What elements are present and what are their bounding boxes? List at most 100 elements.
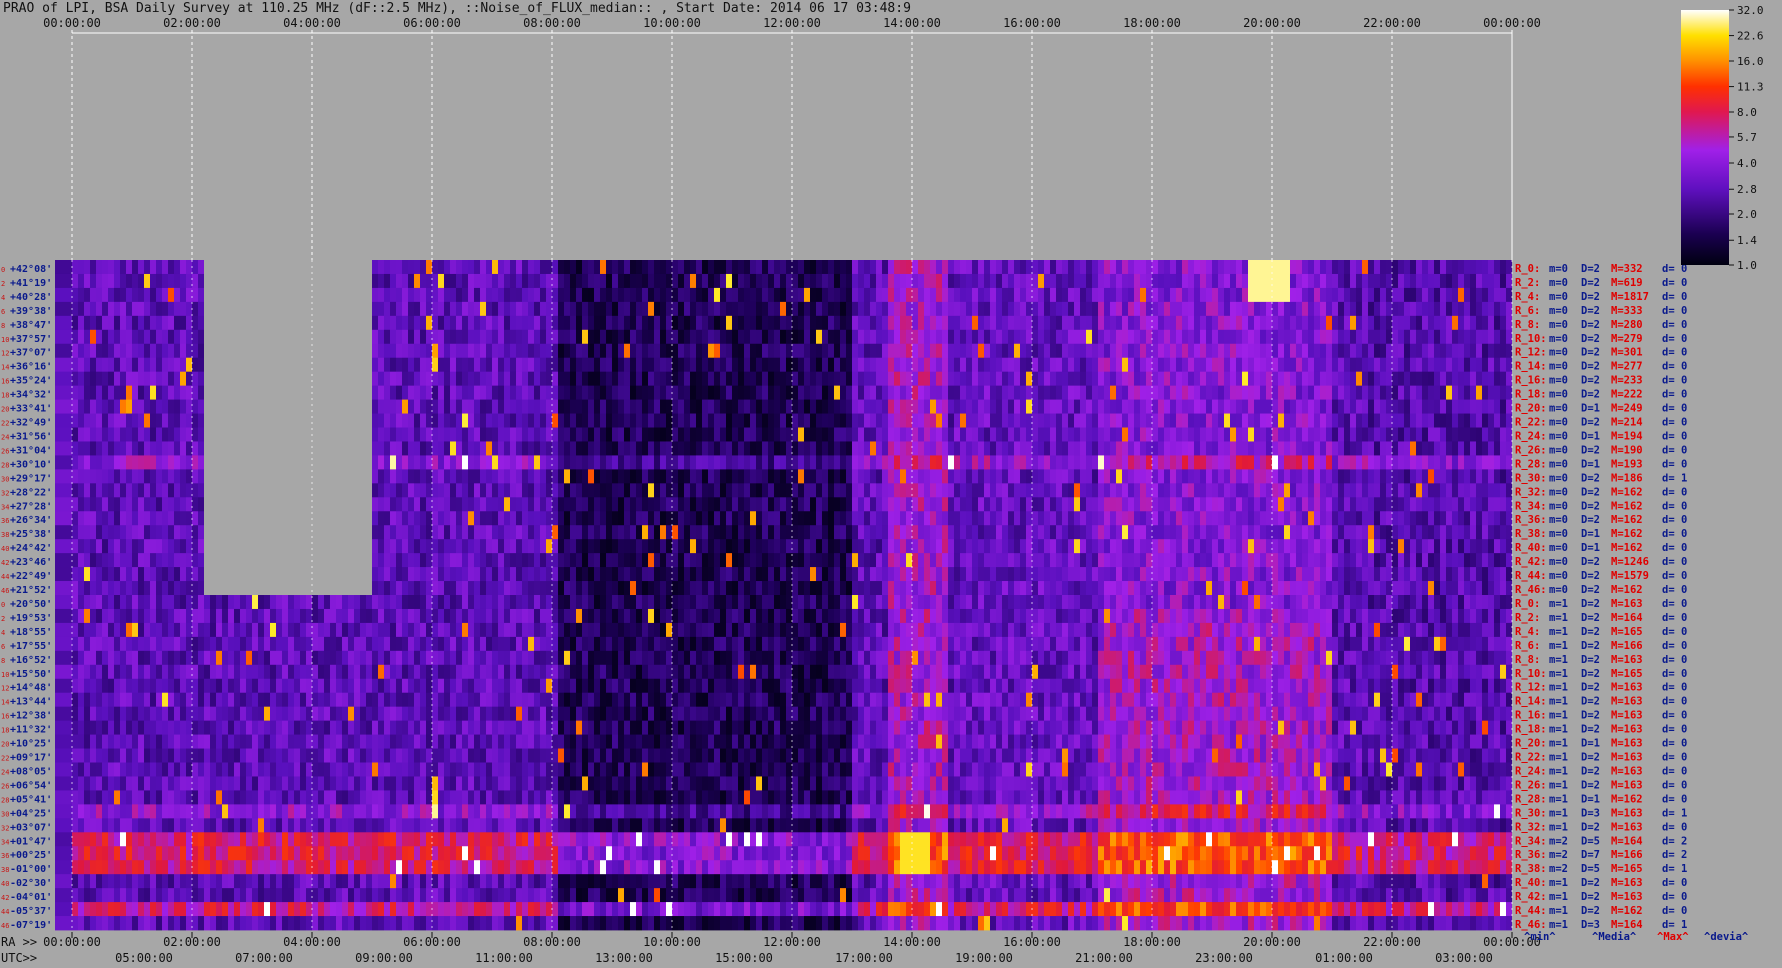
heatmap-cell	[1482, 301, 1488, 317]
heatmap-cell	[408, 441, 414, 456]
heatmap-cell	[1410, 343, 1416, 359]
heatmap-cell	[1428, 371, 1434, 387]
heatmap-cell	[1398, 399, 1404, 414]
heatmap-cell	[1086, 441, 1092, 456]
heatmap-cell	[1464, 553, 1470, 568]
heatmap-cell	[678, 497, 684, 512]
heatmap-cell	[978, 483, 984, 498]
heatmap-cell	[642, 385, 648, 400]
heatmap-cell	[624, 553, 630, 568]
heatmap-cell	[444, 469, 450, 484]
heatmap-cell	[432, 581, 438, 596]
heatmap-cell	[162, 455, 168, 470]
heatmap-cell	[486, 413, 492, 428]
heatmap-cell	[996, 260, 1002, 275]
heatmap-cell	[888, 567, 894, 582]
heatmap-cell	[504, 413, 510, 428]
heatmap-cell	[1062, 553, 1068, 568]
heatmap-cell	[984, 357, 990, 373]
heatmap-cell	[1248, 483, 1254, 498]
heatmap-cell	[666, 399, 672, 414]
heatmap-cell	[1038, 511, 1044, 526]
heatmap-cell	[114, 427, 120, 442]
heatmap-cell	[1074, 329, 1080, 345]
heatmap-cell	[810, 329, 816, 345]
heatmap-cell	[1032, 455, 1038, 470]
heatmap-cell	[1494, 525, 1500, 540]
heatmap-cell	[888, 427, 894, 442]
heatmap-cell	[438, 287, 444, 303]
heatmap-cell	[78, 497, 84, 512]
heatmap-cell	[1212, 553, 1218, 568]
heatmap-cell	[768, 385, 774, 400]
heatmap-cell	[1110, 497, 1116, 512]
heatmap-cell	[198, 343, 204, 359]
heatmap-cell	[1164, 315, 1170, 331]
heatmap-cell	[1254, 260, 1260, 275]
heatmap-cell	[654, 301, 660, 317]
heatmap-cell	[1086, 343, 1092, 359]
heatmap-cell	[858, 413, 864, 428]
heatmap-cell	[450, 497, 456, 512]
heatmap-cell	[1296, 399, 1302, 414]
heatmap-cell	[1470, 385, 1476, 400]
heatmap-cell	[588, 399, 594, 414]
heatmap-cell	[1362, 385, 1368, 400]
heatmap-cell	[678, 260, 684, 275]
heatmap-cell	[1218, 399, 1224, 414]
heatmap-cell	[756, 260, 762, 275]
heatmap-cell	[414, 567, 420, 582]
heatmap-cell	[1104, 343, 1110, 359]
heatmap-cell	[1224, 553, 1230, 568]
heatmap-cell	[810, 483, 816, 498]
heatmap-cell	[966, 483, 972, 498]
heatmap-cell	[936, 553, 942, 568]
heatmap-cell	[90, 385, 96, 400]
heatmap-cell	[1266, 413, 1272, 428]
heatmap-cell	[1236, 385, 1242, 400]
heatmap-cell	[1380, 427, 1386, 442]
heatmap-cell	[528, 567, 534, 582]
heatmap-cell	[1386, 567, 1392, 582]
heatmap-cell	[864, 567, 870, 582]
heatmap-cell	[126, 525, 132, 540]
heatmap-cell	[1032, 357, 1038, 373]
heatmap-cell	[168, 399, 174, 414]
heatmap-cell	[660, 385, 666, 400]
heatmap-cell	[444, 287, 450, 303]
heatmap-cell	[588, 553, 594, 568]
heatmap-cell	[1284, 511, 1290, 526]
heatmap-cell	[756, 399, 762, 414]
heatmap-cell	[978, 497, 984, 512]
heatmap-cell	[1230, 385, 1236, 400]
heatmap-cell	[978, 273, 984, 289]
heatmap-cell	[1302, 413, 1308, 428]
heatmap-cell	[480, 315, 486, 331]
heatmap-cell	[1488, 427, 1494, 442]
heatmap-cell	[1296, 413, 1302, 428]
heatmap-cell	[192, 483, 198, 498]
heatmap-cell	[1458, 511, 1464, 526]
heatmap-cell	[840, 413, 846, 428]
heatmap-cell	[858, 343, 864, 359]
heatmap-cell	[1008, 427, 1014, 442]
heatmap-cell	[570, 567, 576, 582]
heatmap-cell	[822, 567, 828, 582]
heatmap-cell	[618, 399, 624, 414]
heatmap-cell	[1002, 525, 1008, 540]
heatmap-cell	[414, 357, 420, 373]
heatmap-cell	[984, 343, 990, 359]
heatmap-cell	[108, 455, 114, 470]
heatmap-cell	[552, 287, 558, 303]
heatmap-cell	[1008, 413, 1014, 428]
heatmap-cell	[384, 329, 390, 345]
heatmap-cell	[1284, 455, 1290, 470]
heatmap-cell	[618, 371, 624, 387]
heatmap-cell	[948, 469, 954, 484]
heatmap-cell	[1002, 357, 1008, 373]
heatmap-cell	[1470, 469, 1476, 484]
heatmap-cell	[720, 301, 726, 317]
heatmap-cell	[906, 371, 912, 387]
heatmap-cell	[438, 525, 444, 540]
heatmap-cell	[1458, 469, 1464, 484]
